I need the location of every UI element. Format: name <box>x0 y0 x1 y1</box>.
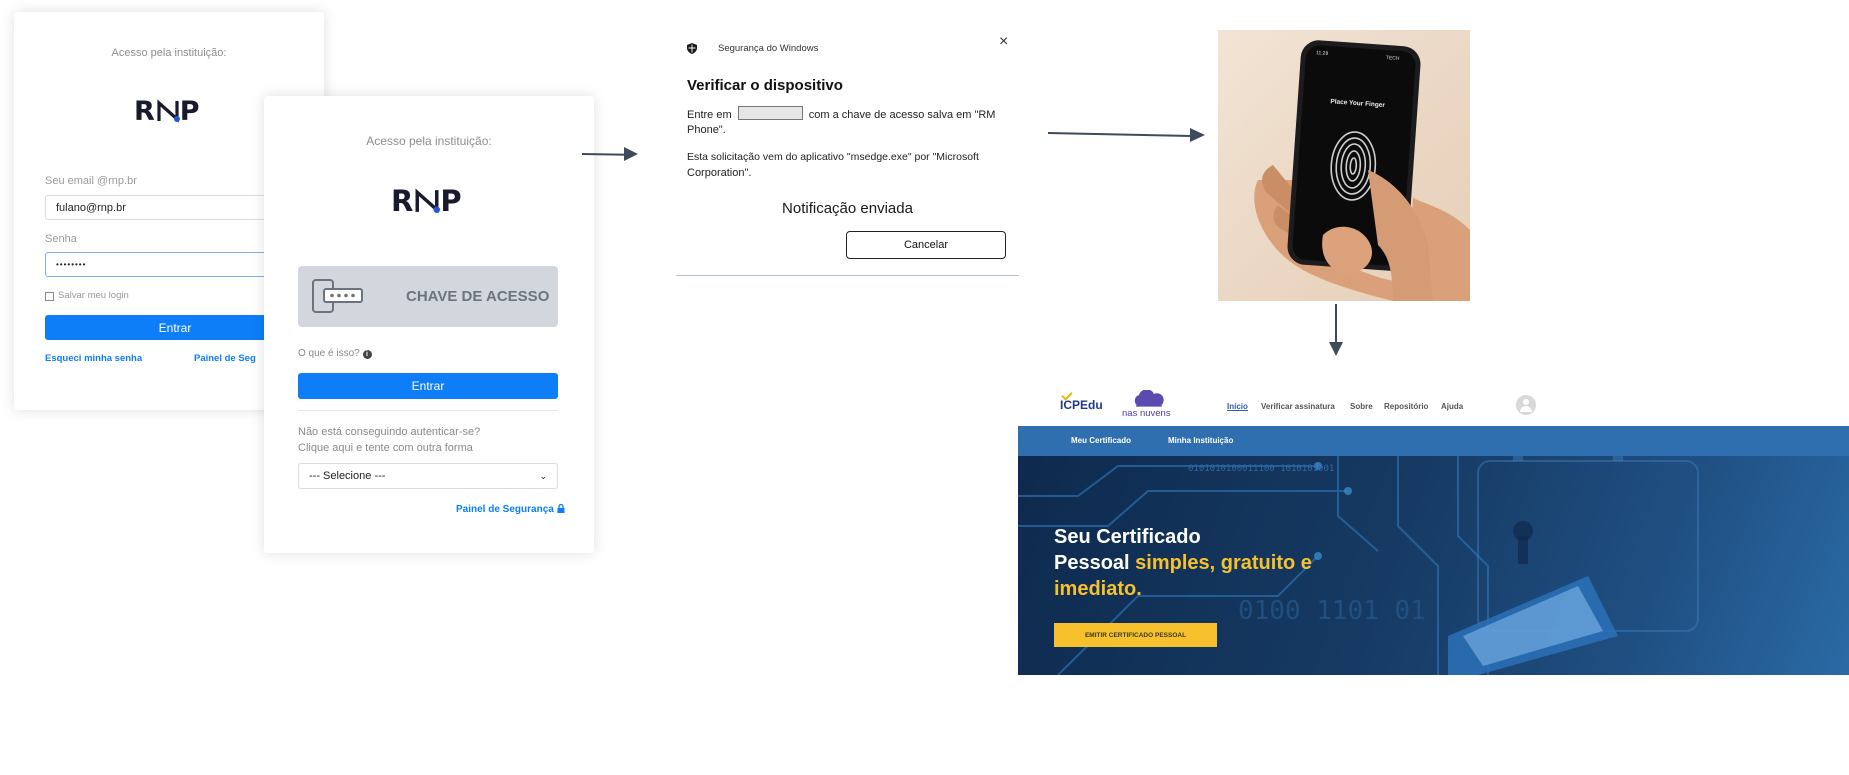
icpedu-site: ICPEdu nas nuvens Início Verificar assin… <box>1018 386 1849 675</box>
thumb-shape <box>1322 170 1433 301</box>
nav-inicio[interactable]: Início <box>1227 402 1248 411</box>
auth-method-select-value: --- Selecione --- <box>309 470 386 482</box>
cloud-icon <box>1134 390 1164 407</box>
rnp-logo-mark-icon <box>415 188 441 214</box>
dialog-heading: Verificar o dispositivo <box>687 77 843 94</box>
hero-title-line-2: Pessoal simples, gratuito e <box>1054 552 1312 575</box>
hero-title-line-1: Seu Certificado <box>1054 526 1201 548</box>
flow-arrow-3-head <box>1329 342 1343 356</box>
site-header: ICPEdu nas nuvens Início Verificar assin… <box>1018 386 1849 426</box>
chevron-down-icon: ⌄ <box>539 470 547 481</box>
nav-sobre[interactable]: Sobre <box>1350 402 1373 411</box>
dialog-status: Notificação enviada <box>782 200 913 217</box>
icpedu-logo-sub: nas nuvens <box>1122 408 1171 419</box>
institution-label-2: Acesso pela instituição: <box>366 134 492 148</box>
dialog-line-1: Entre em com a chave de acesso salva em … <box>687 106 995 124</box>
password-label: Senha <box>45 233 77 245</box>
lock-icon <box>557 503 565 513</box>
subnav-meu-certificado[interactable]: Meu Certificado <box>1071 436 1131 445</box>
flow-arrow-1-head <box>624 147 638 161</box>
binary-text: 0101010100011100 1010101001 <box>1188 464 1335 474</box>
rnp-logo-2: RP <box>391 184 463 218</box>
login-submit-label-2: Entrar <box>411 379 445 393</box>
cancel-button[interactable]: Cancelar <box>846 231 1006 259</box>
user-avatar-icon[interactable] <box>1516 395 1536 415</box>
redacted-box <box>737 106 803 120</box>
rnp-logo: RP <box>134 96 201 127</box>
hero-title-line-3: imediato. <box>1054 578 1142 600</box>
flow-arrow-2 <box>1047 132 1192 137</box>
forgot-password-link[interactable]: Esqueci minha senha <box>45 353 142 364</box>
nav-repositorio[interactable]: Repositório <box>1384 402 1428 411</box>
trouble-text-1: Não está conseguindo autenticar-se? <box>298 426 481 438</box>
phone-fingerprint-photo: 11:28 TECH Place Your Finger <box>1218 30 1470 301</box>
close-icon[interactable]: × <box>999 33 1008 51</box>
login-card-2: Acesso pela instituição: RP CHAVE DE ACE… <box>264 96 594 553</box>
shield-icon <box>687 43 697 54</box>
emit-certificate-label: EMITIR CERTIFICADO PESSOAL <box>1084 631 1187 639</box>
dialog-line-1-suffix: com a chave de acesso salva em "RM <box>808 109 996 121</box>
hero-banner: 0101010100011100 1010101001 0100 1101 01… <box>1018 456 1849 675</box>
binary-text-2: 0100 1101 01 <box>1238 596 1426 626</box>
remember-label: Salvar meu login <box>58 290 129 301</box>
what-is-this[interactable]: O que é isso? i <box>298 348 372 359</box>
remember-checkbox[interactable] <box>45 292 54 301</box>
institution-label: Acesso pela instituição: <box>111 47 227 59</box>
flow-arrow-3 <box>1335 304 1337 344</box>
passkey-button[interactable]: CHAVE DE ACESSO <box>298 266 558 327</box>
site-subnav: Meu Certificado Minha Instituição <box>1018 426 1849 456</box>
trouble-text-2[interactable]: Clique aqui e tente com outra forma <box>298 442 473 454</box>
what-is-this-label: O que é isso? <box>298 348 360 359</box>
info-icon: i <box>362 350 372 359</box>
dialog-app-title: Segurança do Windows <box>718 43 819 54</box>
emit-certificate-button[interactable]: EMITIR CERTIFICADO PESSOAL <box>1054 623 1217 647</box>
dialog-line-2: Phone". <box>687 124 726 136</box>
security-panel-link-2[interactable]: Painel de Segurança <box>456 503 565 515</box>
phone-key-icon <box>312 279 363 313</box>
divider <box>298 410 558 411</box>
security-panel-link[interactable]: Painel de Seg <box>194 353 256 364</box>
login-submit-button-2[interactable]: Entrar <box>298 373 558 399</box>
auth-method-select[interactable]: --- Selecione --- ⌄ <box>298 463 558 489</box>
nav-verificar-assinatura[interactable]: Verificar assinatura <box>1261 402 1335 411</box>
hero-title-white: Pessoal <box>1054 552 1130 574</box>
passkey-label: CHAVE DE ACESSO <box>406 288 550 305</box>
security-panel-label: Painel de Segurança <box>456 504 554 515</box>
dialog-line-3: Esta solicitação vem do aplicativo "msed… <box>687 151 979 163</box>
email-value: fulano@rnp.br <box>56 201 126 214</box>
nav-ajuda[interactable]: Ajuda <box>1441 402 1463 411</box>
email-label: Seu email @rnp.br <box>45 175 137 187</box>
dialog-line-1-prefix: Entre em <box>687 109 732 121</box>
windows-security-dialog: Segurança do Windows × Verificar o dispo… <box>676 30 1019 277</box>
hero-title-yellow: simples, gratuito e <box>1135 552 1312 574</box>
subnav-minha-instituicao[interactable]: Minha Instituição <box>1168 436 1233 445</box>
login-submit-label: Entrar <box>158 320 192 335</box>
icpedu-logo[interactable]: ICPEdu <box>1060 398 1103 412</box>
dialog-bottom-border <box>676 275 1019 276</box>
cancel-label: Cancelar <box>903 239 949 251</box>
dialog-line-4: Corporation". <box>687 167 752 179</box>
flow-arrow-2-head <box>1190 128 1205 142</box>
password-value: •••••••• <box>56 260 87 269</box>
rnp-logo-mark-icon <box>157 99 180 123</box>
